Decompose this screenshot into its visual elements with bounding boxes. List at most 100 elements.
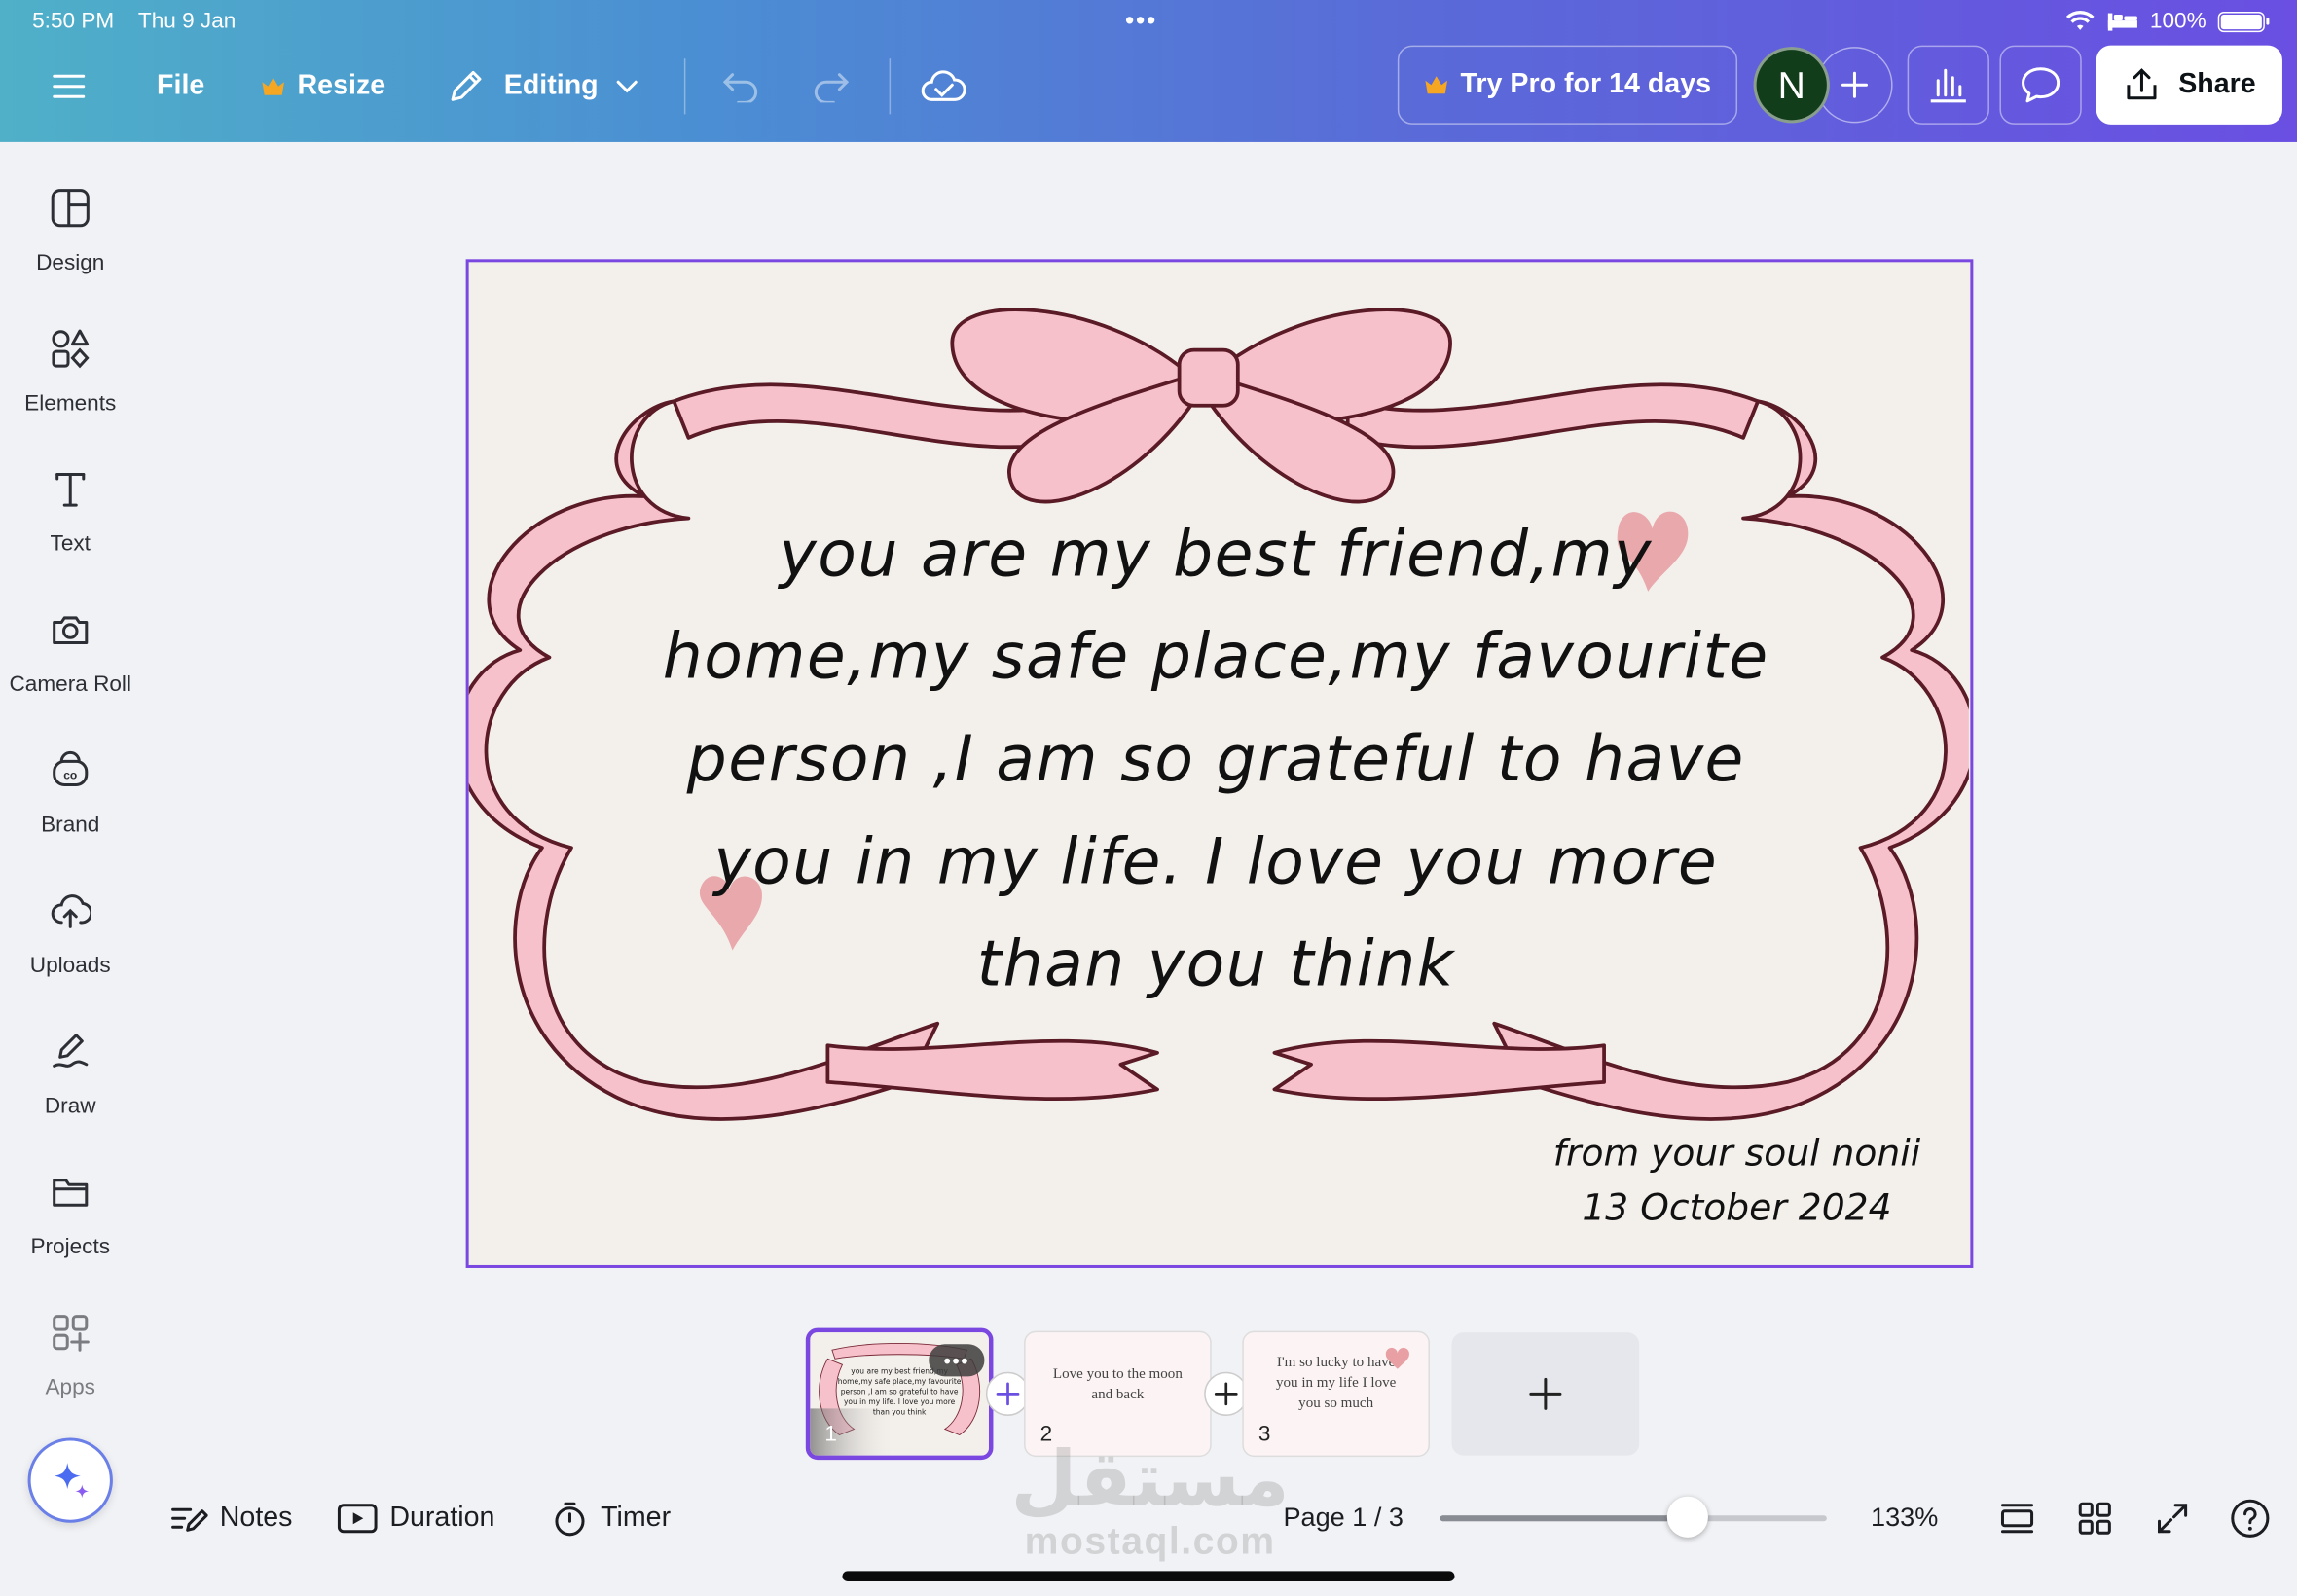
folder-icon — [46, 1167, 95, 1216]
pencil-icon — [451, 70, 482, 101]
editing-label: Editing — [503, 70, 599, 101]
zoom-slider[interactable] — [1440, 1496, 1827, 1538]
share-icon — [2127, 68, 2157, 100]
sparkle-icon — [54, 1463, 90, 1499]
page-view-icon[interactable] — [1995, 1497, 2039, 1541]
sidebar-item-label: Text — [50, 531, 91, 557]
svg-text:home,my safe place,my favourit: home,my safe place,my favourite — [838, 1377, 962, 1386]
zoom-level[interactable]: 133% — [1871, 1503, 1938, 1534]
avatar-initial: N — [1777, 61, 1805, 107]
message-line: you in my life. I love you more — [713, 825, 1719, 899]
watermark: مستقل mostaql.com — [1011, 1442, 1290, 1562]
svg-text:you in my life. I love you mor: you in my life. I love you more — [844, 1397, 956, 1406]
card-signature-text[interactable]: from your soul nonii 13 October 2024 — [1553, 1126, 1920, 1234]
wifi-icon — [2065, 11, 2094, 30]
message-line: person ,I am so grateful to have — [686, 723, 1745, 797]
svg-text:than you think: than you think — [873, 1407, 927, 1416]
watermark-latin: mostaql.com — [1024, 1518, 1276, 1563]
crown-icon — [1425, 76, 1447, 94]
apps-icon — [46, 1308, 95, 1358]
plus-icon — [1529, 1377, 1562, 1410]
menu-icon[interactable] — [44, 61, 93, 111]
multitasking-dots-icon[interactable]: ••• — [1125, 6, 1157, 37]
chevron-down-icon — [617, 80, 638, 93]
sidebar-item-draw[interactable]: Draw — [0, 1006, 140, 1138]
sidebar-item-design[interactable]: Design — [0, 163, 140, 294]
svg-text:co: co — [63, 768, 77, 781]
message-line: home,my safe place,my favourite — [662, 620, 1769, 695]
page-number: 1 — [824, 1421, 837, 1447]
cloud-saved-icon[interactable] — [919, 61, 968, 111]
sidebar-item-camera-roll[interactable]: Camera Roll — [0, 584, 140, 715]
sidebar-item-brand[interactable]: co Brand — [0, 725, 140, 856]
share-label: Share — [2178, 68, 2256, 100]
fullscreen-icon[interactable] — [2150, 1497, 2194, 1541]
grid-view-icon[interactable] — [2073, 1497, 2117, 1541]
notes-icon — [171, 1507, 208, 1532]
home-indicator[interactable] — [842, 1571, 1455, 1581]
timer-button[interactable]: Timer — [551, 1497, 671, 1541]
sidebar-item-label: Draw — [44, 1093, 96, 1119]
svg-text:person ,I am so grateful to ha: person ,I am so grateful to have — [841, 1387, 959, 1396]
more-options-icon[interactable]: ••• — [929, 1344, 985, 1377]
undo-icon[interactable] — [716, 61, 766, 111]
watermark-arabic: مستقل — [1010, 1437, 1290, 1523]
add-page-button[interactable] — [1451, 1332, 1640, 1456]
file-menu-button[interactable]: File — [157, 64, 204, 108]
play-box-icon — [337, 1504, 378, 1534]
sidebar-item-label: Elements — [24, 390, 117, 417]
timer-label: Timer — [601, 1502, 672, 1534]
sidebar-item-label: Uploads — [29, 953, 111, 979]
sidebar-item-elements[interactable]: Elements — [0, 303, 140, 434]
avatar[interactable]: N — [1753, 47, 1830, 124]
heart-icon — [1385, 1347, 1409, 1369]
elements-icon — [46, 324, 95, 374]
file-label: File — [157, 70, 205, 101]
from-line: from your soul nonii — [1552, 1132, 1921, 1175]
design-page-canvas[interactable]: you are my best friend,my home,my safe p… — [465, 259, 1974, 1268]
battery-icon — [2217, 11, 2270, 32]
status-indicators: 100% — [2065, 9, 2270, 34]
thumbnail-text: Love you to the moon and back — [1052, 1365, 1183, 1403]
card-message-text[interactable]: you are my best friend,my home,my safe p… — [659, 504, 1772, 1017]
toolbar-divider — [889, 58, 892, 115]
notes-button[interactable]: Notes — [170, 1497, 293, 1541]
zoom-slider-handle[interactable] — [1666, 1496, 1708, 1538]
editing-mode-dropdown[interactable]: Editing — [446, 64, 639, 108]
resize-button[interactable]: Resize — [261, 64, 385, 108]
page-indicator: Page 1 / 3 — [1283, 1502, 1404, 1532]
sidebar-item-label: Apps — [45, 1374, 95, 1400]
insights-button[interactable] — [1907, 45, 1989, 125]
date-line: 13 October 2024 — [1582, 1185, 1892, 1229]
camera-icon — [46, 604, 95, 654]
magic-assistant-button[interactable] — [27, 1437, 113, 1523]
toolbar-divider — [683, 58, 686, 115]
plus-icon — [996, 1382, 1020, 1406]
try-pro-button[interactable]: Try Pro for 14 days — [1397, 45, 1738, 125]
duration-label: Duration — [389, 1502, 495, 1534]
duration-button[interactable]: Duration — [337, 1497, 494, 1541]
zoom-slider-fill — [1440, 1515, 1688, 1522]
sidebar-item-label: Camera Roll — [9, 671, 131, 698]
sidebar-item-text[interactable]: Text — [0, 444, 140, 575]
sidebar-item-label: Projects — [30, 1234, 111, 1259]
redo-icon[interactable] — [806, 61, 856, 111]
help-icon[interactable] — [2228, 1497, 2272, 1541]
share-button[interactable]: Share — [2096, 45, 2282, 125]
top-toolbar: 5:50 PM Thu 9 Jan ••• 100% File Resize E… — [0, 0, 2297, 142]
sidebar-item-projects[interactable]: Projects — [0, 1146, 140, 1278]
upload-icon — [46, 886, 95, 935]
sidebar-item-uploads[interactable]: Uploads — [0, 865, 140, 997]
resize-label: Resize — [297, 70, 386, 101]
try-pro-label: Try Pro for 14 days — [1460, 68, 1712, 100]
status-time-date: 5:50 PM Thu 9 Jan — [32, 9, 236, 34]
bar-chart-icon — [1930, 68, 1966, 103]
design-icon — [46, 183, 95, 233]
comment-icon — [2022, 67, 2060, 103]
comments-button[interactable] — [1999, 45, 2082, 125]
stopwatch-icon — [555, 1502, 585, 1537]
sidebar-item-apps[interactable]: Apps — [0, 1288, 140, 1419]
status-date: Thu 9 Jan — [137, 9, 237, 34]
bed-icon — [2107, 12, 2137, 30]
notes-label: Notes — [219, 1502, 293, 1534]
